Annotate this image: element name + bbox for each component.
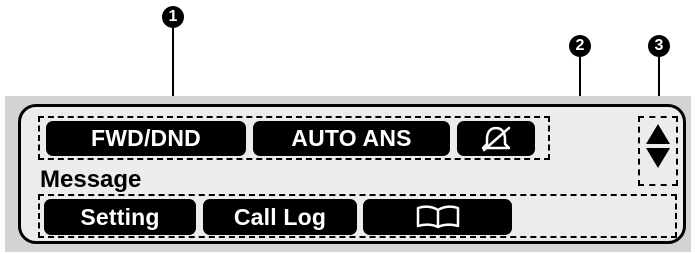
down-arrow-icon[interactable]	[646, 148, 670, 168]
auto-ans-button[interactable]: AUTO ANS	[253, 121, 450, 156]
call-log-label: Call Log	[233, 203, 327, 230]
phonebook-button[interactable]	[363, 199, 512, 235]
message-label: Message	[40, 166, 142, 193]
fwd-dnd-label: FWD/DND	[91, 125, 201, 151]
fwd-dnd-button[interactable]: FWD/DND	[46, 121, 246, 156]
callout-3: 3	[648, 35, 670, 57]
setting-label: Setting	[80, 203, 160, 230]
open-book-icon	[416, 205, 459, 229]
call-log-button[interactable]: Call Log	[203, 199, 357, 235]
callout-1: 1	[162, 6, 184, 28]
up-down-arrows-icon[interactable]	[646, 124, 670, 176]
setting-button[interactable]: Setting	[44, 199, 196, 235]
bell-slash-icon	[481, 126, 511, 151]
up-arrow-icon[interactable]	[646, 124, 670, 144]
auto-ans-label: AUTO ANS	[291, 125, 412, 151]
callout-2: 2	[569, 35, 591, 57]
ringer-off-button[interactable]	[457, 121, 535, 156]
